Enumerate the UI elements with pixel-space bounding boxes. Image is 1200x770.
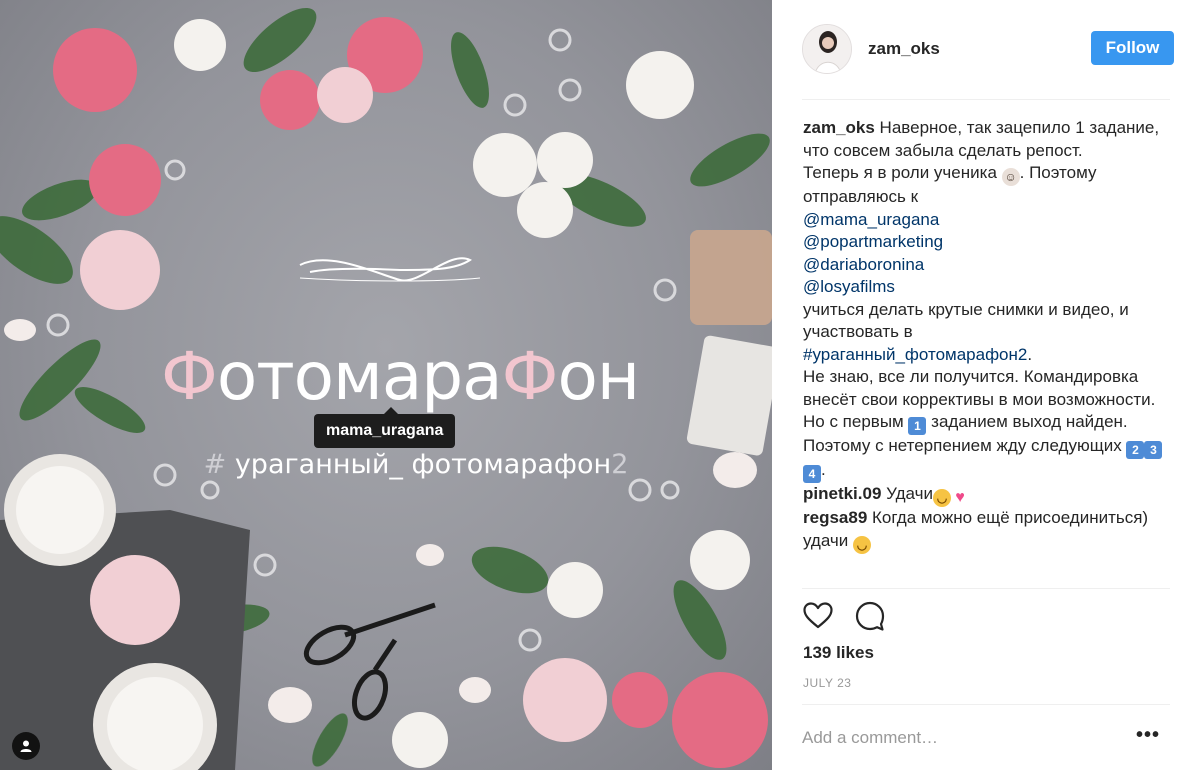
keycap-2-icon: 2: [1126, 441, 1145, 459]
caption-hashtag-end: .: [1027, 344, 1033, 364]
photo-hashtag-text: ураганный_ фотомарафон: [226, 449, 612, 480]
comment-form: •••: [802, 722, 1172, 754]
smile-emoji-icon: ◡: [853, 535, 872, 554]
comment-icon[interactable]: [854, 600, 886, 632]
photo-title: ФотомараФон: [0, 338, 772, 415]
caption-username[interactable]: zam_oks: [803, 118, 875, 137]
hashtag-link[interactable]: #ураганный_фотомарафон2: [803, 345, 1027, 364]
header-username[interactable]: zam_oks: [868, 39, 940, 59]
photo-title-initial: Ф: [161, 338, 218, 415]
photo-hashtag-sign: #: [203, 449, 227, 480]
student-emoji-icon: ☺: [1001, 168, 1020, 186]
mention-link[interactable]: @dariaboronina: [803, 255, 924, 274]
post-photo[interactable]: ФотомараФон # ураганный_ фотомарафон2 ma…: [0, 0, 772, 770]
avatar[interactable]: [802, 24, 852, 74]
mention-link[interactable]: @popartmarketing: [803, 232, 943, 251]
post-actions: [802, 600, 902, 636]
post-sidebar: zam_oks Follow zam_oks Наверное, так зац…: [772, 0, 1200, 770]
caption-text-3: учиться делать крутые снимки и видео, и …: [803, 299, 1129, 342]
photo-title-middle: отомара: [216, 338, 503, 415]
comment-input[interactable]: [802, 722, 1122, 754]
photo-hashtag-number: 2: [611, 449, 629, 480]
header-divider: [802, 99, 1170, 100]
more-options-button[interactable]: •••: [1136, 725, 1160, 745]
photo-title-accent: Ф: [501, 338, 559, 415]
comment-username[interactable]: pinetki.09: [803, 484, 881, 503]
mention-link[interactable]: @losyafilms: [803, 277, 895, 296]
comment-username[interactable]: regsa89: [803, 508, 867, 527]
caption-text-2: Теперь я в роли ученика: [803, 163, 1002, 182]
keycap-4-icon: 4: [803, 465, 821, 483]
comments-divider: [802, 588, 1170, 589]
user-tag-button[interactable]: [12, 732, 40, 760]
post-date[interactable]: JULY 23: [803, 676, 851, 690]
keycap-1-icon: 1: [908, 417, 927, 435]
comment-item: regsa89 Когда можно ещё присоединиться) …: [803, 507, 1173, 554]
comment-item: pinetki.09 Удачи ◡ ♥: [803, 483, 1173, 507]
caption-text-5-end: .: [821, 460, 826, 479]
mention-link[interactable]: @mama_uragana: [803, 210, 939, 229]
comments-list: zam_oks Наверное, так зацепило 1 задание…: [803, 117, 1173, 554]
post-header: zam_oks Follow: [802, 20, 1180, 78]
smirk-emoji-icon: ◡: [932, 489, 951, 507]
photo-hashtag: # ураганный_ фотомарафон2: [0, 449, 772, 480]
heart-icon[interactable]: [802, 600, 834, 632]
caption: zam_oks Наверное, так зацепило 1 задание…: [803, 117, 1173, 483]
avatar-image: [803, 25, 851, 73]
comment-text: Удачи: [881, 484, 933, 503]
user-tag-tooltip[interactable]: mama_uragana: [314, 407, 456, 448]
keycap-3-icon: 3: [1144, 441, 1163, 459]
actions-divider: [802, 704, 1170, 705]
likes-count[interactable]: 139 likes: [803, 643, 874, 663]
hearts-emoji-icon: ♥: [955, 489, 965, 506]
photo-title-end: он: [557, 338, 640, 415]
user-tag-icon: [20, 740, 32, 752]
follow-button[interactable]: Follow: [1091, 31, 1174, 65]
